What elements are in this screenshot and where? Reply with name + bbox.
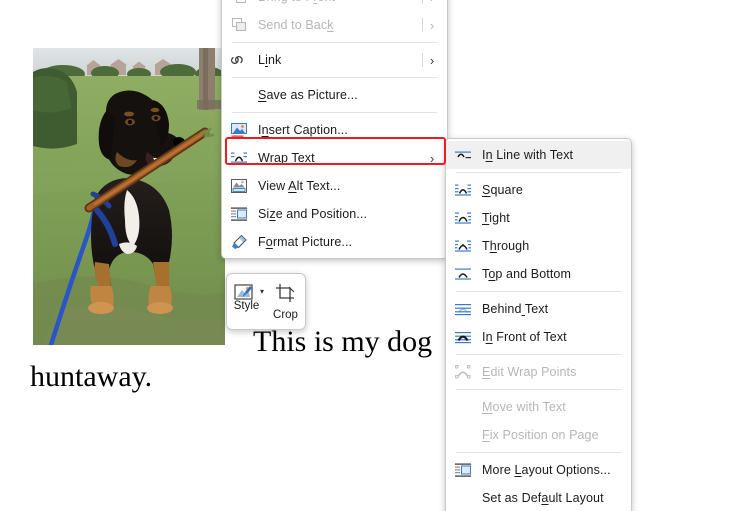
wrap-text-icon <box>222 144 256 172</box>
submenu-item-label: Fix Position on Page <box>482 428 599 442</box>
menu-item-label: Send to Back <box>258 18 334 32</box>
submenu-item-label: Move with Text <box>482 400 566 414</box>
submenu-item-label: Edit Wrap Points <box>482 365 577 379</box>
menu-separator <box>232 77 437 78</box>
chevron-right-icon: › <box>423 0 441 5</box>
submenu-item-tight[interactable]: Tight <box>446 204 631 232</box>
submenu-item-through[interactable]: Through <box>446 232 631 260</box>
no-icon <box>222 81 256 109</box>
submenu-item-set-as-default-layout[interactable]: Set as Default Layout <box>446 484 631 511</box>
submenu-item-label: Through <box>482 239 530 253</box>
submenu-item-in-line-with-text[interactable]: In Line with Text <box>446 141 631 169</box>
menu-item-label: Save as Picture... <box>258 88 358 102</box>
submenu-item-move-with-text: Move with Text <box>446 393 631 421</box>
wrap-square-icon <box>446 176 480 204</box>
picture-mini-toolbar[interactable]: ▾ Style Crop <box>226 273 306 330</box>
crop-button-label: Crop <box>273 309 298 321</box>
send-to-back-icon <box>222 11 256 39</box>
no-icon <box>446 484 480 511</box>
menu-divider <box>422 53 423 67</box>
style-dropdown-caret-icon[interactable]: ▾ <box>260 287 264 296</box>
menu-item-format-picture[interactable]: Format Picture... <box>222 228 447 256</box>
picture-context-menu[interactable]: Bring to Front › Send to Back › <box>221 0 448 259</box>
menu-item-label: Bring to Front <box>256 0 423 4</box>
submenu-item-fix-position-on-page: Fix Position on Page <box>446 421 631 449</box>
submenu-item-more-layout-options[interactable]: More Layout Options... <box>446 456 631 484</box>
menu-item-size-and-position[interactable]: Size and Position... <box>222 200 447 228</box>
wrap-through-icon <box>446 232 480 260</box>
wrap-behind-icon <box>446 295 480 323</box>
size-position-icon <box>222 200 256 228</box>
menu-item-label: Size and Position... <box>258 207 368 221</box>
bring-to-front-icon <box>222 0 256 11</box>
submenu-item-label: Square <box>482 183 523 197</box>
submenu-item-behind-text[interactable]: Behind Text <box>446 295 631 323</box>
submenu-item-label: Behind Text <box>482 302 549 316</box>
menu-divider <box>422 0 423 4</box>
format-picture-icon <box>222 228 256 256</box>
submenu-item-top-and-bottom[interactable]: Top and Bottom <box>446 260 631 288</box>
chevron-right-icon[interactable]: › <box>423 53 441 68</box>
menu-separator <box>232 112 437 113</box>
menu-separator <box>456 291 621 292</box>
wrap-front-icon <box>446 323 480 351</box>
menu-item-label: Format Picture... <box>258 235 353 249</box>
menu-item-link[interactable]: Link › <box>222 46 447 74</box>
menu-separator <box>456 389 621 390</box>
menu-item-insert-caption[interactable]: Insert Caption... <box>222 116 447 144</box>
submenu-item-square[interactable]: Square <box>446 176 631 204</box>
submenu-item-label: More Layout Options... <box>482 463 611 477</box>
menu-separator <box>232 42 437 43</box>
submenu-item-label: Tight <box>482 211 510 225</box>
chevron-right-icon[interactable]: › <box>423 151 441 166</box>
wrap-inline-icon <box>446 141 480 169</box>
style-button[interactable]: ▾ Style <box>227 274 266 329</box>
menu-item-view-alt-text[interactable]: View Alt Text... <box>222 172 447 200</box>
submenu-item-in-front-of-text[interactable]: In Front of Text <box>446 323 631 351</box>
chevron-right-icon: › <box>429 17 435 33</box>
more-layout-icon <box>446 456 480 484</box>
wrap-topbottom-icon <box>446 260 480 288</box>
insert-caption-icon <box>222 116 256 144</box>
style-button-label: Style <box>233 300 260 312</box>
menu-separator <box>456 172 621 173</box>
menu-item-wrap-text[interactable]: Wrap Text › <box>222 144 447 172</box>
menu-item-label: View Alt Text... <box>258 179 341 193</box>
menu-separator <box>456 354 621 355</box>
crop-button[interactable]: Crop <box>266 274 305 329</box>
alt-text-icon <box>222 172 256 200</box>
menu-item-bring-to-front: Bring to Front › <box>222 0 447 11</box>
document-text-line-2[interactable]: huntaway. <box>30 360 152 394</box>
submenu-item-label: In Front of Text <box>482 330 567 344</box>
submenu-item-label: In Line with Text <box>482 148 574 162</box>
menu-separator <box>456 452 621 453</box>
menu-item-label: Wrap Text <box>258 151 315 165</box>
word-document-canvas: This is my dog e is a bor huntaway. ▾ St… <box>0 0 750 511</box>
menu-divider <box>422 18 423 32</box>
menu-item-send-to-back: Send to Back › <box>222 11 447 39</box>
submenu-item-label: Set as Default Layout <box>482 491 604 505</box>
dog-photo-image[interactable] <box>33 48 225 345</box>
no-icon <box>446 393 480 421</box>
menu-item-save-as-picture[interactable]: Save as Picture... <box>222 81 447 109</box>
menu-item-label: Insert Caption... <box>258 123 348 137</box>
wrap-tight-icon <box>446 204 480 232</box>
no-icon <box>446 421 480 449</box>
wrap-text-submenu[interactable]: In Line with Text Square Tight Through T… <box>445 138 632 511</box>
menu-item-label: Link <box>258 53 282 67</box>
link-icon <box>222 46 256 74</box>
edit-wrap-points-icon <box>446 358 480 386</box>
submenu-item-edit-wrap-points: Edit Wrap Points <box>446 358 631 386</box>
crop-icon <box>275 281 297 305</box>
submenu-item-label: Top and Bottom <box>482 267 571 281</box>
